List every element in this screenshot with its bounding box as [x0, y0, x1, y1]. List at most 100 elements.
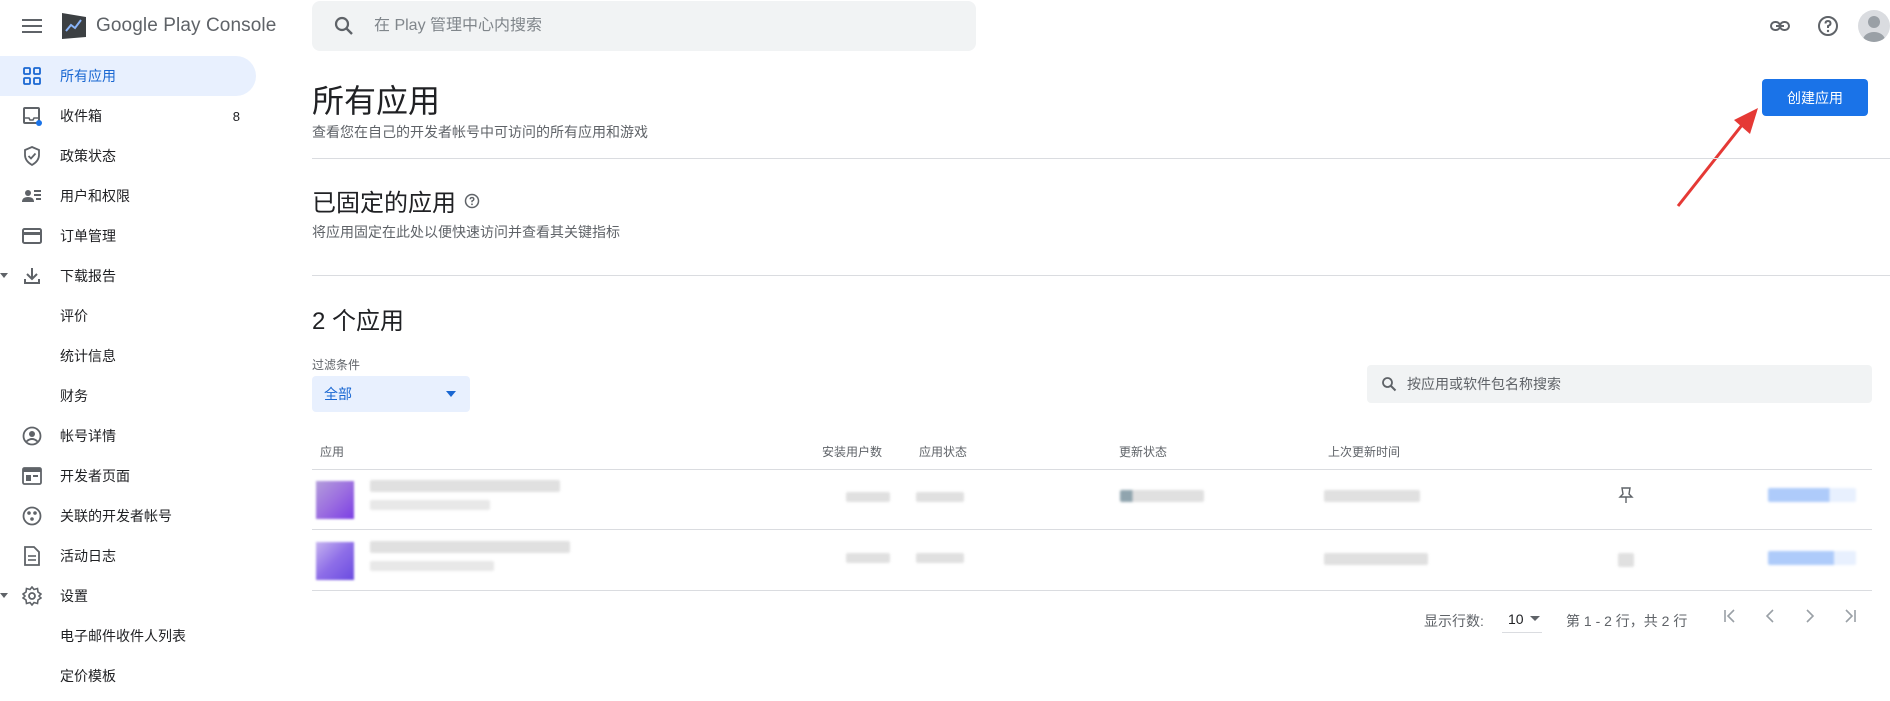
row-action-link-redacted[interactable]: [1768, 551, 1856, 565]
dropdown-arrow-icon: [1530, 616, 1540, 621]
sidebar-item-linked-accounts[interactable]: 关联的开发者帐号: [0, 496, 256, 536]
people-icon: [20, 184, 44, 208]
previous-page-icon[interactable]: [1756, 602, 1784, 630]
sidebar-item-reviews[interactable]: 评价: [0, 296, 256, 336]
download-icon: [20, 264, 44, 288]
rows-per-page-value: 10: [1508, 610, 1524, 627]
pin-icon-redacted[interactable]: [1618, 553, 1634, 567]
pinned-apps-heading: 已固定的应用: [312, 183, 480, 218]
pinned-apps-subtitle: 将应用固定在此处以便快速访问并查看其关键指标: [312, 224, 620, 240]
dropdown-arrow-icon: [446, 391, 456, 397]
row-action-link-redacted[interactable]: [1768, 488, 1856, 502]
sidebar-item-order-management[interactable]: 订单管理: [0, 216, 256, 256]
sidebar-item-label: 所有应用: [60, 68, 116, 84]
installs-redacted: [846, 553, 890, 563]
pinned-apps-title: 已固定的应用: [312, 190, 456, 217]
sidebar-item-download-reports[interactable]: 下载报告: [0, 256, 256, 296]
play-console-logo-icon: [62, 13, 86, 39]
linked-accounts-icon: [20, 504, 44, 528]
sidebar-item-all-apps[interactable]: 所有应用: [0, 56, 256, 96]
sidebar-item-developer-page[interactable]: 开发者页面: [0, 456, 256, 496]
search-icon: [334, 16, 353, 35]
section-divider: [312, 275, 1890, 276]
rows-per-page-select[interactable]: 10: [1502, 605, 1542, 633]
pin-icon[interactable]: [1618, 486, 1634, 504]
column-header-last-updated[interactable]: 上次更新时间: [1328, 443, 1400, 460]
sidebar-item-label: 下载报告: [60, 268, 116, 284]
top-bar: Google Play Console: [0, 0, 1890, 52]
column-header-app[interactable]: 应用: [320, 443, 344, 460]
inbox-icon: [20, 104, 44, 128]
expand-caret-icon[interactable]: [0, 593, 8, 598]
sidebar-item-email-lists[interactable]: 电子邮件收件人列表: [0, 616, 256, 656]
app-icon: [316, 542, 354, 580]
top-right-icons: [1746, 10, 1890, 42]
column-header-update-status[interactable]: 更新状态: [1119, 443, 1167, 460]
apps-grid-icon: [20, 64, 44, 88]
filter-label: 过滤条件: [312, 358, 361, 372]
document-icon: [20, 544, 44, 568]
last-updated-redacted: [1324, 490, 1420, 502]
page-title: 所有应用: [312, 83, 441, 119]
sidebar-item-policy-status[interactable]: 政策状态: [0, 136, 256, 176]
link-icon[interactable]: [1766, 12, 1794, 40]
sidebar-item-label: 活动日志: [60, 548, 116, 564]
logo-text: Google Play Console: [96, 15, 277, 36]
last-updated-redacted: [1324, 553, 1428, 565]
column-header-installs[interactable]: 安装用户数: [822, 443, 882, 460]
sidebar-nav: 所有应用 收件箱 8 政策状态 用户和权限 订单管理 下载报告 评价 统计信息 …: [0, 56, 256, 696]
sidebar-item-settings[interactable]: 设置: [0, 576, 256, 616]
sidebar-item-label: 定价模板: [60, 668, 116, 684]
sidebar-item-label: 财务: [60, 388, 88, 404]
sidebar-item-statistics[interactable]: 统计信息: [0, 336, 256, 376]
create-app-button[interactable]: 创建应用: [1762, 79, 1868, 116]
table-row[interactable]: [312, 531, 1872, 591]
global-search-input[interactable]: [374, 17, 934, 35]
sidebar-item-label: 帐号详情: [60, 428, 116, 444]
expand-caret-icon[interactable]: [0, 273, 8, 278]
account-avatar[interactable]: [1858, 10, 1890, 42]
play-console-logo[interactable]: Google Play Console: [60, 10, 276, 42]
column-header-app-status[interactable]: 应用状态: [919, 443, 967, 460]
help-icon[interactable]: [1814, 12, 1842, 40]
sidebar-item-label: 电子邮件收件人列表: [60, 628, 186, 644]
app-icon: [316, 481, 354, 519]
sidebar-item-users-permissions[interactable]: 用户和权限: [0, 176, 256, 216]
sidebar-item-pricing-templates[interactable]: 定价模板: [0, 656, 256, 696]
app-search-input[interactable]: [1407, 376, 1867, 392]
sidebar-item-activity-log[interactable]: 活动日志: [0, 536, 256, 576]
shield-icon: [20, 144, 44, 168]
menu-icon[interactable]: [20, 16, 44, 36]
inbox-count-badge: 8: [232, 108, 240, 124]
sidebar-item-label: 评价: [60, 308, 88, 324]
sidebar-item-label: 开发者页面: [60, 468, 130, 484]
search-icon: [1382, 377, 1397, 392]
table-row[interactable]: [312, 470, 1872, 530]
sidebar-item-account-details[interactable]: 帐号详情: [0, 416, 256, 456]
sidebar-item-label: 政策状态: [60, 148, 116, 164]
rows-per-page-label: 显示行数:: [1424, 613, 1484, 629]
app-package-redacted: [370, 561, 494, 571]
sidebar-item-inbox[interactable]: 收件箱 8: [0, 96, 256, 136]
filter-dropdown[interactable]: 全部: [312, 376, 470, 412]
sidebar-item-finance[interactable]: 财务: [0, 376, 256, 416]
first-page-icon[interactable]: [1716, 602, 1744, 630]
last-page-icon[interactable]: [1836, 602, 1864, 630]
installs-redacted: [846, 492, 890, 502]
app-search-bar[interactable]: [1367, 365, 1872, 403]
apps-count-heading: 2 个应用: [312, 308, 405, 335]
sidebar-item-label: 订单管理: [60, 228, 116, 244]
app-status-redacted: [916, 553, 964, 563]
gear-icon: [20, 584, 44, 608]
annotation-arrow: [1676, 108, 1758, 207]
update-status-redacted: [1120, 490, 1204, 502]
app-name-redacted: [370, 541, 570, 553]
app-status-redacted: [916, 492, 964, 502]
sidebar-item-label: 设置: [60, 588, 88, 604]
global-search-bar[interactable]: [312, 1, 976, 51]
next-page-icon[interactable]: [1796, 602, 1824, 630]
app-name-redacted: [370, 480, 560, 492]
question-mark-icon[interactable]: [464, 193, 480, 209]
pagination-range: 第 1 - 2 行，共 2 行: [1566, 613, 1688, 629]
credit-card-icon: [20, 224, 44, 248]
